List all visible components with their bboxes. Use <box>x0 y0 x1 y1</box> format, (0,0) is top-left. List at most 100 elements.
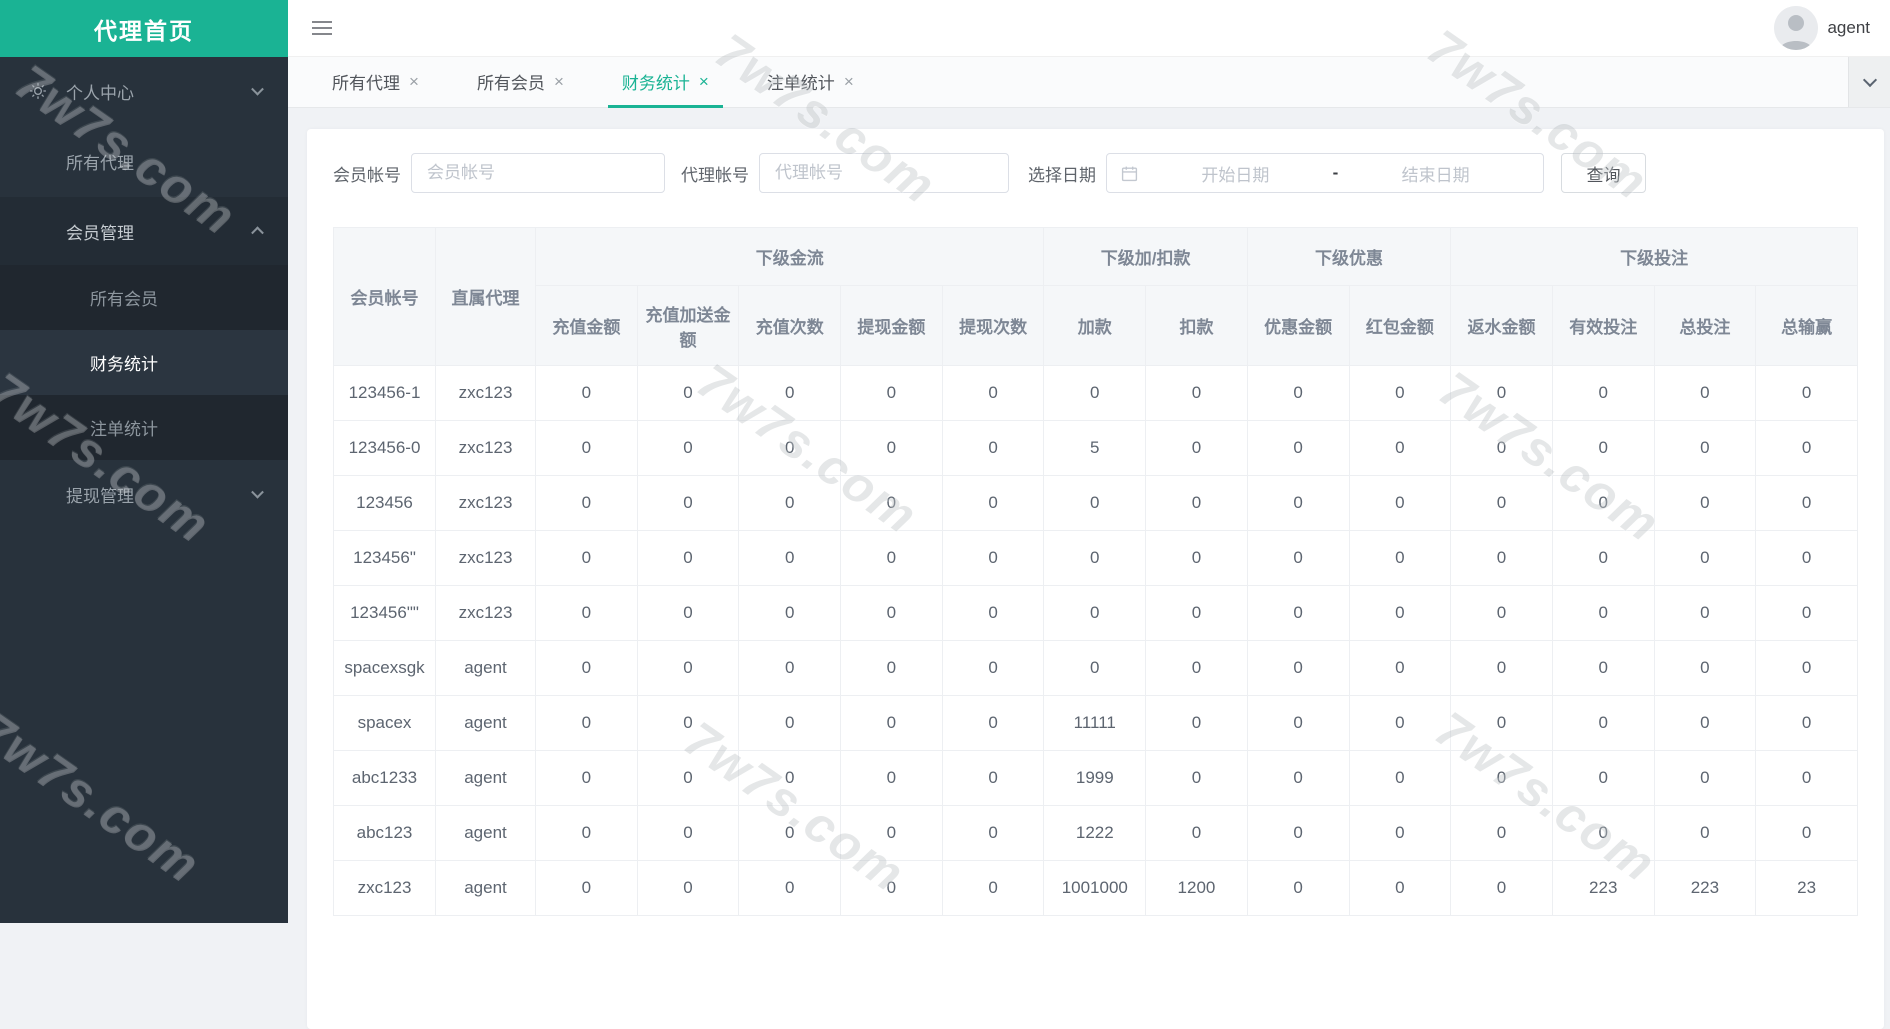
member-account-cell: abc123 <box>334 806 436 861</box>
value-cell: 0 <box>739 751 841 806</box>
value-cell: 1001000 <box>1044 861 1146 916</box>
value-cell: 0 <box>942 696 1044 751</box>
value-cell: 0 <box>1146 641 1248 696</box>
value-cell: 5 <box>1044 421 1146 476</box>
member-account-cell: spacexsgk <box>334 641 436 696</box>
group-header-add-deduct: 下级加/扣款 <box>1044 228 1247 286</box>
value-cell: 0 <box>1654 476 1756 531</box>
value-cell: 11111 <box>1044 696 1146 751</box>
value-cell: 0 <box>1451 531 1553 586</box>
value-cell: 0 <box>1451 696 1553 751</box>
value-cell: 0 <box>1247 586 1349 641</box>
chevron-up-icon <box>251 226 264 239</box>
user-avatar[interactable] <box>1774 6 1818 50</box>
value-cell: 0 <box>1451 751 1553 806</box>
value-cell: 0 <box>1451 476 1553 531</box>
tab-label: 所有会员 <box>477 69 545 94</box>
tabbar: 所有代理 × 所有会员 × 财务统计 × 注单统计 × <box>288 57 1890 108</box>
column-header: 红包金额 <box>1349 286 1451 366</box>
sidebar-item-label: 所有会员 <box>90 285 158 310</box>
value-cell: 0 <box>1756 751 1858 806</box>
statistics-table: 会员帐号 直属代理 下级金流 下级加/扣款 下级优惠 下级投注 充值金额 充值加… <box>333 227 1858 916</box>
value-cell: 1222 <box>1044 806 1146 861</box>
tab-financial-statistics[interactable]: 财务统计 × <box>608 57 723 108</box>
value-cell: 0 <box>1146 421 1248 476</box>
value-cell: 0 <box>1654 586 1756 641</box>
sidebar-item-label: 财务统计 <box>90 350 158 375</box>
value-cell: 0 <box>942 531 1044 586</box>
close-icon[interactable]: × <box>844 73 854 90</box>
value-cell: 0 <box>1349 861 1451 916</box>
sidebar-item-personal-center[interactable]: 个人中心 <box>0 57 288 125</box>
value-cell: 0 <box>841 641 943 696</box>
query-button[interactable]: 查询 <box>1561 153 1646 193</box>
close-icon[interactable]: × <box>699 73 709 90</box>
tab-all-agents[interactable]: 所有代理 × <box>318 57 433 108</box>
table-row: 123456zxc1230000000000000 <box>334 476 1858 531</box>
value-cell: 0 <box>536 421 638 476</box>
value-cell: 0 <box>637 421 739 476</box>
value-cell: 0 <box>1349 696 1451 751</box>
sidebar-item-all-members[interactable]: 所有会员 <box>0 265 288 330</box>
value-cell: 0 <box>637 751 739 806</box>
sidebar-item-member-management[interactable]: 会员管理 <box>0 197 288 265</box>
sidebar-item-financial-statistics[interactable]: 财务统计 <box>0 330 288 395</box>
direct-agent-cell: zxc123 <box>436 531 536 586</box>
sidebar-item-label: 提现管理 <box>66 482 134 507</box>
value-cell: 0 <box>1146 806 1248 861</box>
value-cell: 0 <box>739 366 841 421</box>
value-cell: 0 <box>1349 751 1451 806</box>
username-label: agent <box>1827 18 1870 38</box>
end-date-placeholder[interactable]: 结束日期 <box>1342 161 1529 186</box>
topbar: agent <box>288 0 1890 57</box>
column-header: 返水金额 <box>1451 286 1553 366</box>
start-date-placeholder[interactable]: 开始日期 <box>1142 161 1329 186</box>
table-row: spacexagent00000111110000000 <box>334 696 1858 751</box>
statistics-table-wrap: 会员帐号 直属代理 下级金流 下级加/扣款 下级优惠 下级投注 充值金额 充值加… <box>333 227 1858 916</box>
column-header: 优惠金额 <box>1247 286 1349 366</box>
date-range-input[interactable]: 开始日期 - 结束日期 <box>1106 153 1544 193</box>
value-cell: 1200 <box>1146 861 1248 916</box>
value-cell: 0 <box>942 476 1044 531</box>
sidebar-item-all-agents[interactable]: 所有代理 <box>0 125 288 197</box>
user-menu[interactable]: agent <box>1774 6 1890 50</box>
direct-agent-cell: agent <box>436 861 536 916</box>
value-cell: 0 <box>1349 586 1451 641</box>
direct-agent-cell: agent <box>436 696 536 751</box>
sidebar-item-bet-statistics[interactable]: 注单统计 <box>0 395 288 460</box>
column-header: 有效投注 <box>1552 286 1654 366</box>
hamburger-menu-icon[interactable] <box>312 21 332 35</box>
value-cell: 0 <box>1756 641 1858 696</box>
value-cell: 0 <box>1654 641 1756 696</box>
sidebar-item-withdrawal-management[interactable]: 提现管理 <box>0 460 288 528</box>
tab-label: 所有代理 <box>332 69 400 94</box>
member-management-submenu: 所有会员 财务统计 注单统计 <box>0 265 288 460</box>
tab-bet-statistics[interactable]: 注单统计 × <box>753 57 868 108</box>
value-cell: 0 <box>739 806 841 861</box>
chevron-down-icon <box>251 486 264 499</box>
table-row: 123456"zxc1230000000000000 <box>334 531 1858 586</box>
value-cell: 0 <box>841 476 943 531</box>
value-cell: 0 <box>637 366 739 421</box>
value-cell: 0 <box>536 476 638 531</box>
tab-overflow-button[interactable] <box>1848 57 1890 107</box>
close-icon[interactable]: × <box>409 73 419 90</box>
close-icon[interactable]: × <box>554 73 564 90</box>
value-cell: 0 <box>1349 641 1451 696</box>
value-cell: 0 <box>536 531 638 586</box>
value-cell: 0 <box>1349 531 1451 586</box>
agent-account-input[interactable] <box>759 153 1009 193</box>
sidebar-item-label: 个人中心 <box>66 79 134 104</box>
filter-bar: 会员帐号 代理帐号 选择日期 开始日期 - 结束日期 查询 <box>333 153 1858 193</box>
column-header-direct-agent: 直属代理 <box>436 228 536 366</box>
member-account-input[interactable] <box>411 153 665 193</box>
app-title: 代理首页 <box>0 0 288 57</box>
value-cell: 0 <box>637 696 739 751</box>
sidebar-item-label: 会员管理 <box>66 219 134 244</box>
value-cell: 0 <box>1044 366 1146 421</box>
column-header: 扣款 <box>1146 286 1248 366</box>
column-header: 充值加送金额 <box>637 286 739 366</box>
value-cell: 0 <box>739 531 841 586</box>
tab-all-members[interactable]: 所有会员 × <box>463 57 578 108</box>
value-cell: 0 <box>1552 751 1654 806</box>
